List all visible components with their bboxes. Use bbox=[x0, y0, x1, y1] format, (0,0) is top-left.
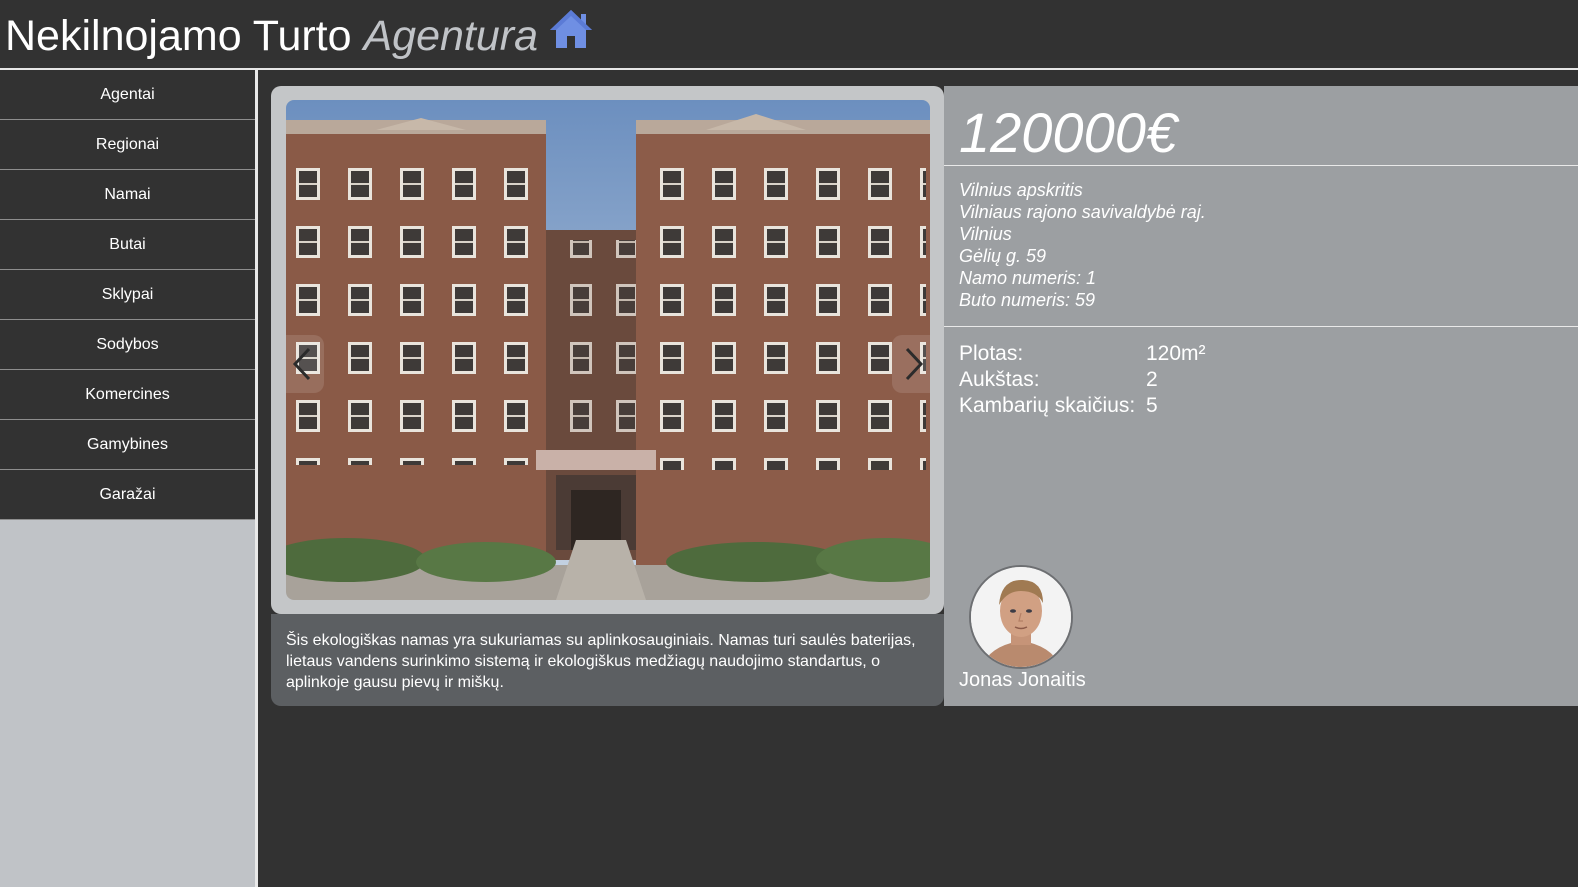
description-panel: Šis ekologiškas namas yra sukuriamas su … bbox=[271, 614, 944, 706]
spec-value: 5 bbox=[1146, 394, 1158, 417]
site-title-main: Nekilnojamo Turto bbox=[5, 12, 352, 60]
agent-avatar[interactable] bbox=[969, 565, 1073, 669]
gallery-prev-button[interactable] bbox=[286, 335, 324, 393]
divider bbox=[944, 165, 1578, 166]
chevron-left-icon bbox=[292, 347, 311, 381]
spec-row-area: Plotas: 120m² bbox=[959, 341, 1206, 367]
property-address: Vilnius apskritis Vilniaus rajono saviva… bbox=[959, 179, 1206, 311]
chevron-right-icon bbox=[905, 347, 924, 381]
sidebar-item-regionai[interactable]: Regionai bbox=[0, 120, 255, 170]
spec-label: Kambarių skaičius: bbox=[959, 394, 1136, 417]
site-title-accent: Agentura bbox=[363, 12, 539, 60]
sidebar-item-sklypai[interactable]: Sklypai bbox=[0, 270, 255, 320]
spec-value: 120m² bbox=[1146, 342, 1206, 365]
sidebar-item-komercines[interactable]: Komercines bbox=[0, 370, 255, 420]
gallery-next-button[interactable] bbox=[892, 335, 930, 393]
agent-name[interactable]: Jonas Jonaitis bbox=[959, 667, 1086, 693]
property-price: 120000€ bbox=[959, 101, 1178, 164]
address-house-number: Namo numeris: 1 bbox=[959, 268, 1097, 288]
address-region: Vilnius apskritis bbox=[959, 180, 1083, 200]
sidebar-item-butai[interactable]: Butai bbox=[0, 220, 255, 270]
spec-label: Aukštas: bbox=[959, 368, 1040, 391]
address-municipality: Vilniaus rajono savivaldybė raj. bbox=[959, 202, 1206, 222]
address-street: Gėlių g. 59 bbox=[959, 246, 1047, 266]
spec-value: 2 bbox=[1146, 368, 1158, 391]
home-icon[interactable] bbox=[548, 8, 594, 50]
sidebar-item-agentai[interactable]: Agentai bbox=[0, 70, 255, 120]
property-photo bbox=[286, 100, 930, 600]
property-info-panel: 120000€ Vilnius apskritis Vilniaus rajon… bbox=[944, 86, 1578, 706]
address-apartment-number: Buto numeris: 59 bbox=[959, 290, 1096, 310]
divider bbox=[944, 326, 1578, 327]
address-city: Vilnius bbox=[959, 224, 1012, 244]
property-specs: Plotas: 120m² Aukštas: 2 Kambarių skaiči… bbox=[959, 341, 1206, 419]
property-description: Šis ekologiškas namas yra sukuriamas su … bbox=[286, 632, 916, 691]
sidebar-nav: Agentai Regionai Namai Butai Sklypai Sod… bbox=[0, 70, 258, 887]
spec-row-floor: Aukštas: 2 bbox=[959, 367, 1206, 393]
site-title[interactable]: Nekilnojamo Turto Agentura bbox=[5, 10, 538, 62]
image-gallery bbox=[271, 86, 944, 614]
spec-row-rooms: Kambarių skaičius: 5 bbox=[959, 393, 1206, 419]
sidebar-item-garazai[interactable]: Garažai bbox=[0, 470, 255, 520]
sidebar-item-namai[interactable]: Namai bbox=[0, 170, 255, 220]
sidebar-item-gamybines[interactable]: Gamybines bbox=[0, 420, 255, 470]
site-header: Nekilnojamo Turto Agentura bbox=[0, 0, 1578, 70]
sidebar-item-sodybos[interactable]: Sodybos bbox=[0, 320, 255, 370]
spec-label: Plotas: bbox=[959, 342, 1024, 365]
